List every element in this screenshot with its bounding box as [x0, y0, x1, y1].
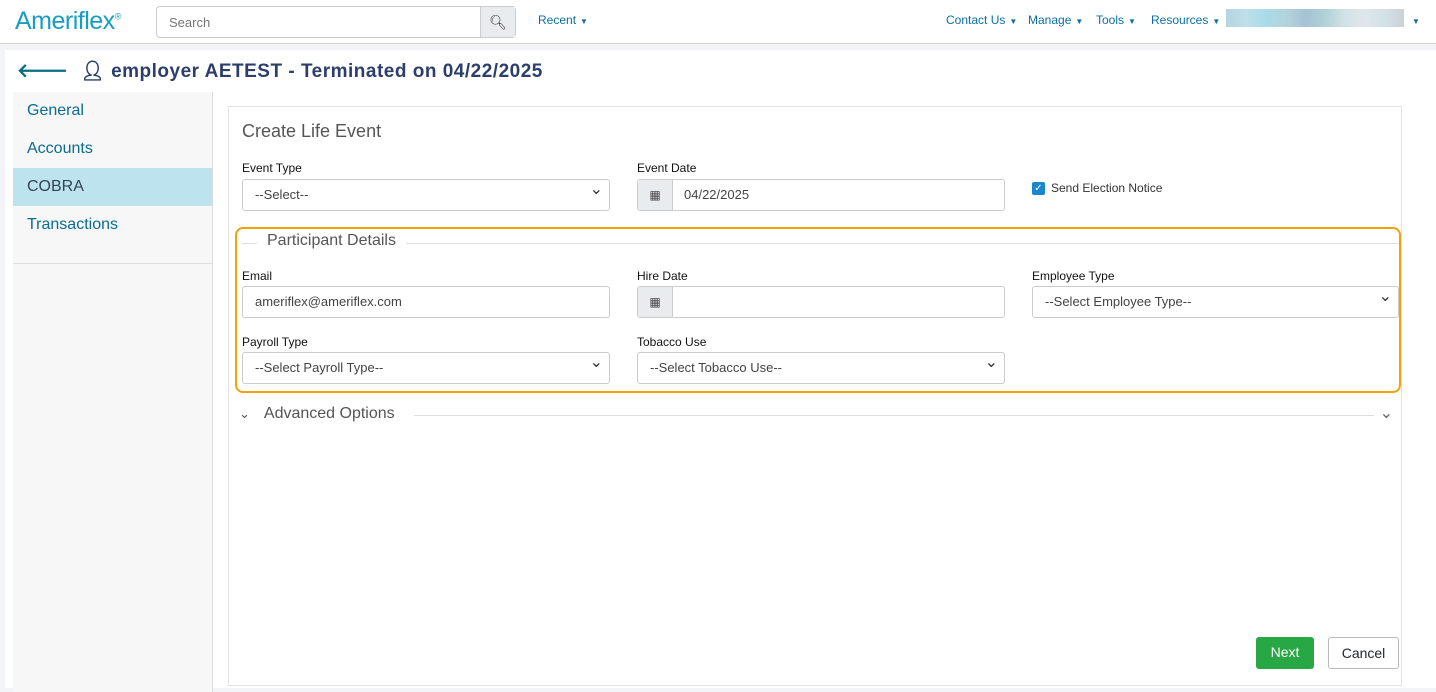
tobacco-use-select[interactable]: --Select Tobacco Use--: [637, 348, 1005, 384]
sidebar-item-cobra[interactable]: COBRA: [13, 168, 212, 206]
payroll-type-select[interactable]: --Select Payroll Type--: [242, 348, 610, 384]
user-menu-redacted[interactable]: [1226, 9, 1404, 27]
event-type-select[interactable]: --Select--: [242, 175, 610, 211]
main-content: 🡐 👤︎ employer AETEST - Terminated on 04/22…: [5, 50, 1436, 692]
participant-details-group: Participant Details Email ameriflex@amer…: [235, 227, 1401, 393]
user-icon: 👤︎: [80, 61, 106, 82]
nav-manage[interactable]: Manage ▼: [1028, 13, 1083, 27]
sidebar-item-general[interactable]: General: [13, 92, 212, 130]
event-date-label: Event Date: [637, 161, 697, 175]
page-title: 🡐 👤︎ employer AETEST - Terminated on 04/22…: [17, 61, 543, 82]
nav-contact-us[interactable]: Contact Us ▼: [946, 13, 1017, 27]
sidebar-divider: [13, 244, 212, 264]
logo[interactable]: Ameriflex®: [15, 7, 121, 36]
search-icon: 🔍︎: [489, 13, 507, 30]
sidebar-item-transactions[interactable]: Transactions: [13, 206, 212, 244]
hire-date-label: Hire Date: [637, 269, 688, 283]
create-life-event-panel: Create Life Event Event Type --Select-- …: [228, 106, 1402, 686]
participant-details-legend: Participant Details: [257, 232, 406, 250]
panel-heading: Create Life Event: [242, 121, 382, 141]
divider: [414, 415, 1374, 416]
nav-resources[interactable]: Resources ▼: [1151, 13, 1220, 27]
search-button[interactable]: 🔍︎: [480, 7, 515, 37]
employee-type-select[interactable]: --Select Employee Type--: [1032, 282, 1399, 318]
sidebar: General Accounts COBRA Transactions: [13, 92, 213, 692]
search-box: 🔍︎: [156, 6, 516, 38]
chevron-down-icon: ⌄: [239, 406, 250, 421]
payroll-type-label: Payroll Type: [242, 335, 308, 349]
nav-tools[interactable]: Tools ▼: [1096, 13, 1136, 27]
calendar-icon[interactable]: ▦: [638, 287, 673, 317]
user-menu-caret[interactable]: ▼: [1408, 13, 1420, 27]
back-arrow-icon[interactable]: 🡐: [17, 61, 68, 82]
chevron-down-icon[interactable]: ⌄: [1380, 403, 1393, 423]
send-election-notice-checkbox[interactable]: ✓ Send Election Notice: [1032, 181, 1162, 196]
divider: [242, 243, 1399, 244]
event-type-label: Event Type: [242, 161, 302, 175]
search-input[interactable]: [157, 7, 480, 37]
email-label: Email: [242, 269, 273, 283]
tobacco-use-label: Tobacco Use: [637, 335, 707, 349]
event-date-input[interactable]: ▦ 04/22/2025: [637, 179, 1005, 211]
email-field[interactable]: ameriflex@ameriflex.com: [242, 286, 610, 318]
calendar-icon[interactable]: ▦: [638, 180, 673, 210]
next-button[interactable]: Next: [1256, 637, 1314, 669]
cancel-button[interactable]: Cancel: [1328, 637, 1399, 669]
advanced-options-toggle[interactable]: ⌄ Advanced Options: [239, 405, 395, 423]
hire-date-input[interactable]: ▦: [637, 286, 1005, 318]
sidebar-item-accounts[interactable]: Accounts: [13, 130, 212, 168]
top-navbar: Ameriflex® 🔍︎ Recent▼ Contact Us▼ Manage…: [0, 0, 1436, 44]
nav-recent[interactable]: Recent ▼: [538, 13, 588, 27]
logo-text: Ameriflex: [15, 7, 115, 35]
checkbox-checked-icon[interactable]: ✓: [1032, 182, 1045, 196]
employee-type-label: Employee Type: [1032, 269, 1115, 283]
